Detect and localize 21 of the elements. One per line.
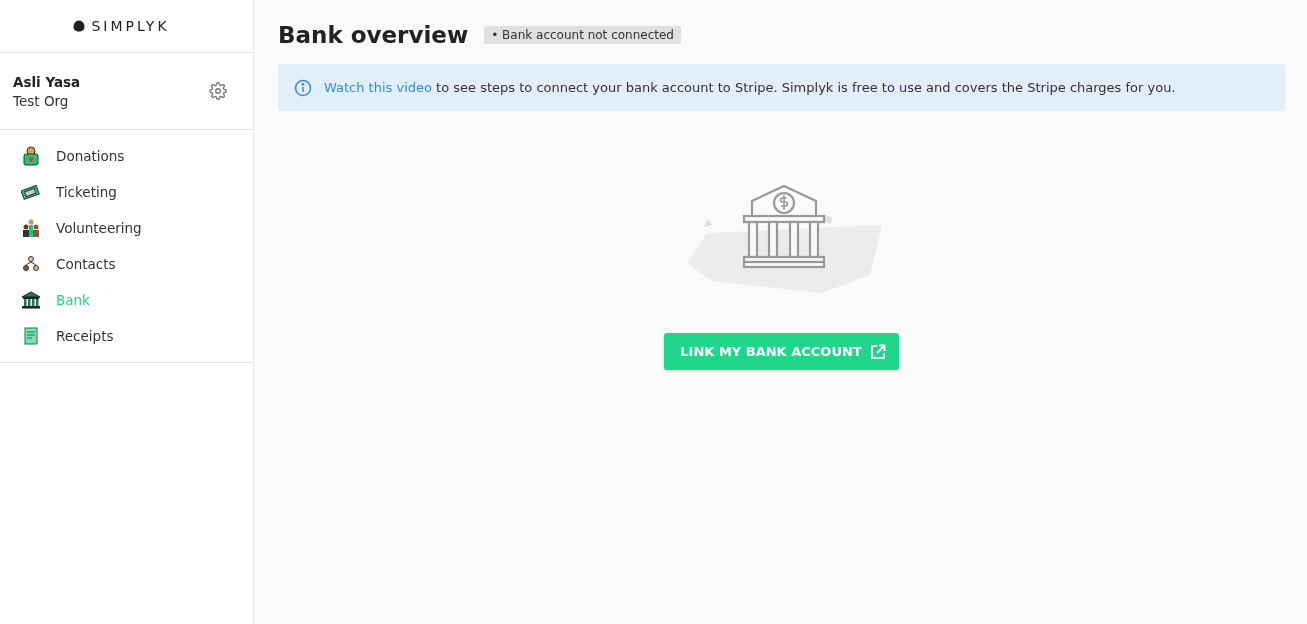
org-name: Test Org: [13, 92, 70, 109]
settings-icon[interactable]: [209, 82, 227, 100]
receipt-icon: [21, 327, 41, 345]
nav-item[interactable]: Receipts: [0, 318, 253, 354]
people-icon: [21, 218, 41, 238]
donation-bag-icon: [21, 146, 41, 166]
status-badge: • Bank account not connected: [484, 26, 681, 44]
page-title: Bank overview: [278, 22, 469, 48]
user-name: Asli Yasa: [13, 73, 81, 90]
nav-item[interactable]: Volunteering: [0, 210, 253, 246]
bank-icon: [21, 291, 41, 309]
info-message: Watch this video to see steps to connect your bank account to Stripe. Simplyk is free to use and covers the Stripe charges for you.: [324, 80, 1176, 95]
logo-icon: [73, 20, 86, 32]
nav-item[interactable]: Ticketing: [0, 174, 253, 210]
nav-item[interactable]: Donations: [0, 138, 253, 174]
logo-text: SIMPLYK: [91, 18, 170, 34]
info-icon: [294, 78, 312, 97]
nav-item[interactable]: Contacts: [0, 246, 253, 282]
external-link-icon: [869, 343, 886, 360]
contacts-icon: [21, 255, 41, 273]
ticket-icon: [21, 183, 41, 201]
